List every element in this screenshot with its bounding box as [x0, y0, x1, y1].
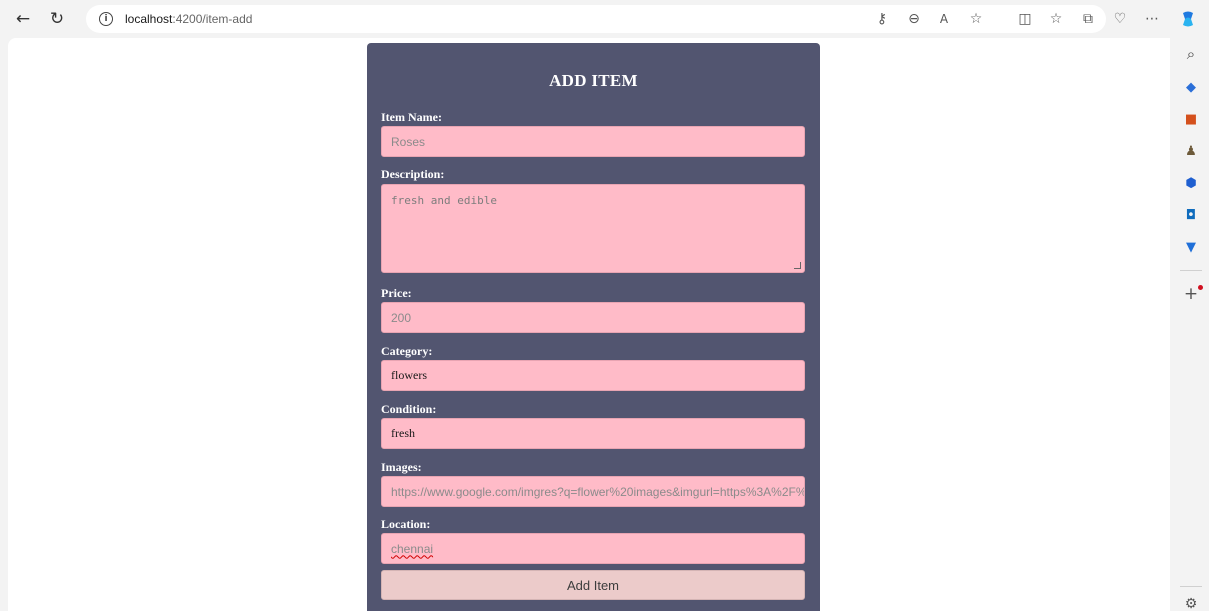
shopping-tag-icon[interactable]: ◆	[1181, 77, 1201, 97]
url-text: localhost:4200/item-add	[125, 12, 252, 26]
browser-toolbar: ← ↻ i localhost:4200/item-add ⚷ ⊖ A ☆ ◫ …	[0, 0, 1209, 38]
category-input[interactable]: flowers	[381, 360, 805, 391]
favorite-star-icon[interactable]: ☆	[966, 9, 986, 29]
sidebar-settings-gear-icon[interactable]: ⚙	[1181, 594, 1201, 611]
microsoft-365-icon[interactable]: ⬢	[1181, 173, 1201, 193]
item-name-value: Roses	[391, 134, 426, 149]
item-name-label: Item Name:	[381, 110, 442, 124]
location-value: chennai	[391, 541, 434, 556]
description-label: Description:	[381, 167, 445, 181]
item-name-input[interactable]: Roses	[381, 126, 805, 157]
notification-dot-icon	[1198, 285, 1203, 290]
drop-icon[interactable]: ▼	[1181, 237, 1201, 257]
sidebar-divider	[1180, 270, 1202, 271]
site-info-icon[interactable]: i	[99, 12, 113, 26]
images-label: Images:	[381, 460, 422, 474]
read-aloud-icon[interactable]: A	[934, 9, 954, 29]
zoom-out-icon[interactable]: ⊖	[904, 9, 924, 29]
category-label: Category:	[381, 344, 433, 358]
favorites-icon[interactable]: ☆	[1046, 9, 1066, 29]
more-menu-icon[interactable]: ⋯	[1142, 9, 1162, 29]
add-item-form: ADD ITEM Item Name: Roses Description: f…	[367, 43, 820, 611]
back-arrow-icon[interactable]: ←	[12, 8, 34, 30]
sidebar-divider-bottom	[1180, 586, 1202, 587]
images-value: https://www.google.com/imgres?q=flower%2…	[391, 484, 805, 499]
description-value: fresh and edible	[391, 194, 497, 207]
split-screen-icon[interactable]: ◫	[1015, 9, 1035, 29]
price-value: 200	[391, 310, 412, 325]
description-textarea[interactable]: fresh and edible	[381, 184, 805, 273]
copilot-icon[interactable]	[1178, 9, 1198, 29]
add-item-button[interactable]: Add Item	[381, 570, 805, 600]
password-key-icon[interactable]: ⚷	[872, 9, 892, 29]
tools-briefcase-icon[interactable]: ■	[1181, 109, 1201, 129]
resize-handle-icon[interactable]	[794, 262, 801, 269]
browser-sidebar: ⌕ ◆ ■ ♟ ⬢ ◘ ▼ + ⚙	[1172, 38, 1209, 611]
location-label: Location:	[381, 517, 431, 531]
browser-essentials-icon[interactable]: ♡	[1110, 9, 1130, 29]
url-path: :4200/item-add	[172, 12, 253, 26]
games-icon[interactable]: ♟	[1181, 141, 1201, 161]
outlook-icon[interactable]: ◘	[1181, 205, 1201, 225]
collections-icon[interactable]: ⧉	[1078, 9, 1098, 29]
category-value: flowers	[391, 368, 427, 382]
reload-icon[interactable]: ↻	[46, 8, 68, 30]
search-icon[interactable]: ⌕	[1181, 44, 1201, 64]
page-viewport: ADD ITEM Item Name: Roses Description: f…	[8, 38, 1170, 611]
location-input[interactable]: chennai	[381, 533, 805, 564]
condition-value: fresh	[391, 426, 415, 440]
images-input[interactable]: https://www.google.com/imgres?q=flower%2…	[381, 476, 805, 507]
form-title: ADD ITEM	[549, 71, 638, 90]
address-bar[interactable]: i localhost:4200/item-add ⚷ ⊖ A ☆	[86, 5, 1106, 33]
url-host: localhost	[125, 12, 173, 26]
price-input[interactable]: 200	[381, 302, 805, 333]
condition-input[interactable]: fresh	[381, 418, 805, 449]
condition-label: Condition:	[381, 402, 437, 416]
price-label: Price:	[381, 286, 412, 300]
